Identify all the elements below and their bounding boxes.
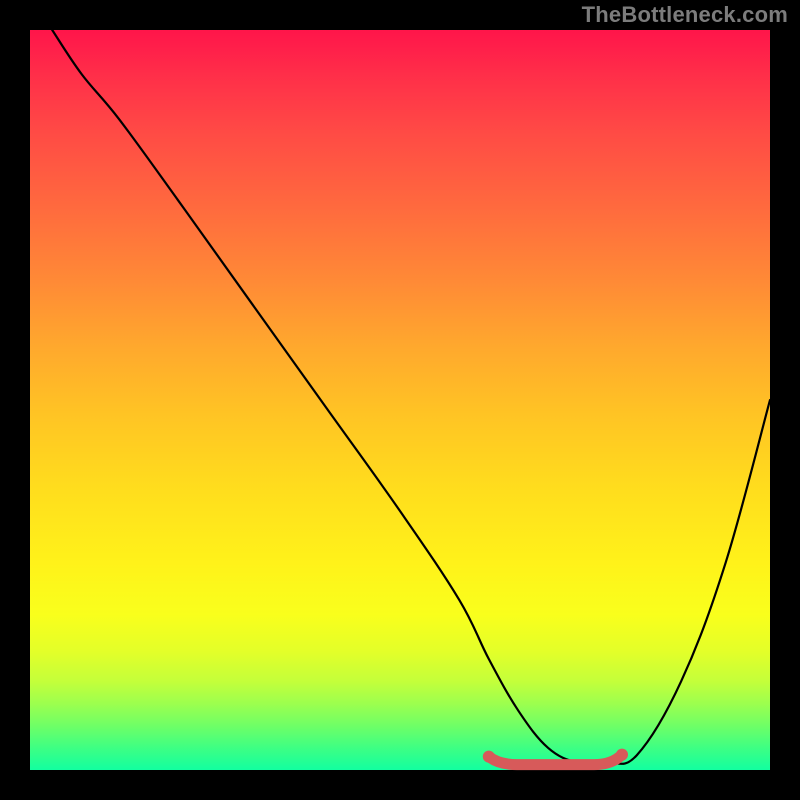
trough-highlight xyxy=(489,755,622,765)
bottleneck-curve xyxy=(52,30,770,764)
plot-area xyxy=(30,30,770,770)
trough-cap-right xyxy=(616,749,628,761)
chart-frame: TheBottleneck.com xyxy=(0,0,800,800)
trough-cap-left xyxy=(483,751,495,763)
watermark-text: TheBottleneck.com xyxy=(582,2,788,28)
curve-svg xyxy=(30,30,770,770)
